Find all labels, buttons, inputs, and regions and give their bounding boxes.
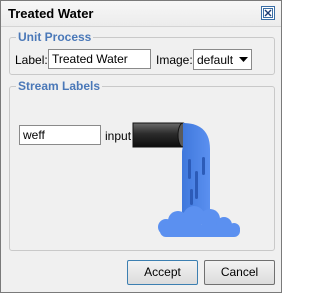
close-button[interactable]	[261, 6, 275, 20]
unit-process-legend: Unit Process	[16, 30, 94, 44]
stream-label-input[interactable]	[19, 125, 101, 145]
stream-labels-legend: Stream Labels	[16, 79, 103, 93]
image-select-value: default	[197, 53, 234, 67]
accept-button[interactable]: Accept	[127, 260, 198, 285]
image-select[interactable]: default	[193, 49, 252, 70]
title-bar: Treated Water	[1, 1, 281, 27]
chevron-down-icon	[239, 57, 248, 62]
cancel-button[interactable]: Cancel	[204, 260, 275, 285]
stream-input-caption: input	[105, 129, 132, 143]
label-input[interactable]	[48, 49, 151, 69]
image-caption: Image:	[156, 53, 193, 67]
close-icon	[263, 8, 273, 18]
window-title: Treated Water	[8, 6, 94, 21]
treated-water-dialog: Treated Water Unit Process Label: Image:…	[0, 0, 282, 293]
label-caption: Label:	[15, 53, 48, 67]
effluent-pipe-image	[132, 122, 240, 237]
